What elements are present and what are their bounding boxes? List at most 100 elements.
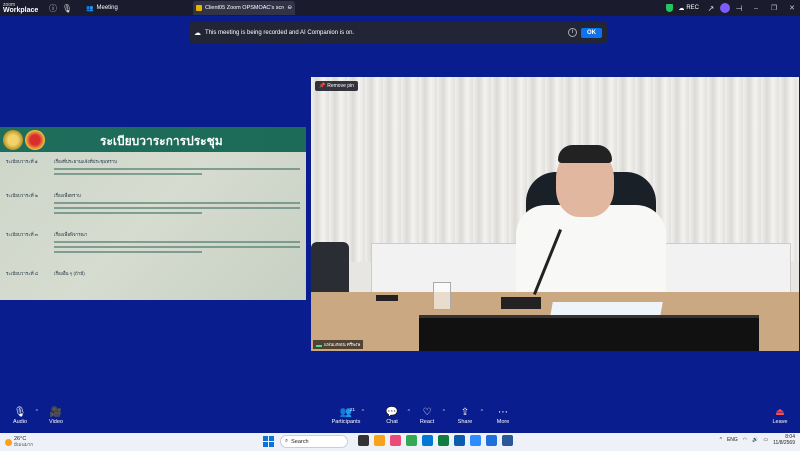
- agenda-heading: เรื่องเพื่อทราบ: [54, 193, 81, 198]
- agenda-label: ระเบียบวาระที่ ๔: [6, 271, 39, 276]
- cloud-icon: ☁: [194, 29, 201, 37]
- chat-icon: 💬: [385, 407, 399, 418]
- weather-icon: [5, 438, 12, 446]
- tab-app-icon: [196, 5, 202, 11]
- heart-icon: ♡: [422, 407, 432, 418]
- agenda-label: ระเบียบวาระที่ ๓: [6, 232, 38, 237]
- share-screen-icon: ⇪: [460, 407, 470, 418]
- word-icon[interactable]: [502, 435, 513, 446]
- glass: [433, 282, 451, 310]
- taskbar: 26°C มีเมฆมาก ⌕ Search ^ ENG ◠ 🔊 ▭ 8:04 …: [0, 433, 800, 451]
- info-icon[interactable]: i: [568, 28, 577, 37]
- wifi-icon[interactable]: ◠: [743, 437, 747, 443]
- volume-icon[interactable]: 🔊: [752, 437, 758, 443]
- copilot-icon[interactable]: [390, 435, 401, 446]
- signal-icon: [316, 343, 322, 347]
- windows-start-icon[interactable]: [263, 436, 274, 447]
- more-button[interactable]: ⋯ More: [483, 407, 523, 425]
- agenda-row: ระเบียบวาระที่ ๓ เรื่องเพื่อพิจารณา: [6, 231, 300, 256]
- meeting-menu[interactable]: 👥 Meeting: [86, 5, 118, 12]
- remove-pin-label: Remove pin: [327, 83, 354, 89]
- avatar[interactable]: [720, 3, 730, 13]
- info-icon[interactable]: ⓘ: [46, 3, 60, 14]
- agenda-row: ระเบียบวาระที่ ๑ เรื่องที่ประธานแจ้งที่ป…: [6, 158, 300, 178]
- share-button[interactable]: ⇪ Share ^: [445, 407, 485, 425]
- language-indicator[interactable]: ENG: [727, 437, 738, 443]
- video-button[interactable]: 🎥 Video: [36, 407, 76, 425]
- chat-label: Chat: [386, 419, 398, 425]
- monitor: [419, 315, 759, 351]
- weather-widget[interactable]: 26°C มีเมฆมาก: [0, 436, 80, 448]
- agenda-heading: เรื่องที่ประธานแจ้งที่ประชุมทราบ: [54, 159, 118, 164]
- agenda-row: ระเบียบวาระที่ ๔ เรื่องอื่น ๆ (ถ้ามี): [6, 270, 300, 277]
- brand-line2: Workplace: [3, 7, 39, 14]
- participants-button[interactable]: 👥 21 Participants ^: [326, 407, 366, 425]
- video-label: Video: [49, 419, 63, 425]
- title-bar-right: ☁ REC ↗ ⊣ – ❐ ✕: [666, 0, 800, 16]
- react-button[interactable]: ♡ React ^: [407, 407, 447, 425]
- agenda-label: ระเบียบวาระที่ ๒: [6, 193, 38, 198]
- slide-title: ระเบียบวาระการประชุม: [100, 134, 223, 148]
- meeting-toolbar: 🎙 Audio ^ 🎥 Video 👥 21 Participants ^ 💬 …: [0, 403, 800, 433]
- recording-notice: ☁ This meeting is being recorded and AI …: [189, 22, 607, 43]
- ok-button[interactable]: OK: [581, 27, 602, 38]
- pinned-apps: [358, 435, 513, 446]
- chat-button[interactable]: 💬 Chat ^: [372, 407, 412, 425]
- edge-icon[interactable]: [422, 435, 433, 446]
- chrome-icon[interactable]: [406, 435, 417, 446]
- excel-icon[interactable]: [438, 435, 449, 446]
- maximize-icon[interactable]: ❐: [766, 4, 782, 12]
- clock[interactable]: 8:04 11/8/2569: [773, 434, 795, 446]
- leave-icon: ⏏: [775, 407, 785, 418]
- video-tile[interactable]: 📌 Remove pin แฟนเงทอน ศรีพงษ: [311, 77, 799, 351]
- agenda-heading: เรื่องเพื่อพิจารณา: [54, 232, 88, 237]
- agenda-row: ระเบียบวาระที่ ๒ เรื่องเพื่อทราบ: [6, 192, 300, 217]
- more-label: More: [496, 419, 510, 425]
- agenda-label: ระเบียบวาระที่ ๑: [6, 159, 38, 164]
- pin-icon: 📌: [319, 83, 326, 89]
- tab-label: Client05 Zoom OPSMOAC's scree: [205, 5, 285, 11]
- chevron-up-icon[interactable]: ^: [362, 409, 364, 415]
- react-label: React: [419, 419, 435, 425]
- mic-icon[interactable]: 🎙: [60, 4, 74, 13]
- shield-icon[interactable]: [666, 4, 674, 12]
- share-tab[interactable]: Client05 Zoom OPSMOAC's scree ⊖: [193, 1, 295, 15]
- audio-button[interactable]: 🎙 Audio ^: [0, 407, 40, 425]
- task-view-icon[interactable]: [358, 435, 369, 446]
- zoom-logo: zoom Workplace: [0, 2, 46, 14]
- participant-hair: [558, 145, 612, 163]
- shared-screen[interactable]: ระเบียบวาระการประชุม ระเบียบวาระที่ ๑ เร…: [0, 127, 306, 300]
- file-explorer-icon[interactable]: [374, 435, 385, 446]
- taskbar-search[interactable]: ⌕ Search: [280, 435, 348, 448]
- device: [501, 297, 541, 309]
- remove-pin-button[interactable]: 📌 Remove pin: [315, 81, 358, 91]
- participant-name-tag: แฟนเงทอน ศรีพงษ: [313, 340, 364, 349]
- share-label: Share: [457, 419, 473, 425]
- rec-label: REC: [686, 5, 699, 11]
- audio-label: Audio: [12, 419, 28, 425]
- air-conditioner: [661, 243, 791, 298]
- outlook-icon[interactable]: [486, 435, 497, 446]
- mic-icon: 🎙: [13, 407, 27, 418]
- meeting-label: Meeting: [96, 5, 118, 11]
- emblem-logo: [25, 130, 45, 150]
- tab-more-icon[interactable]: ⊖: [287, 5, 292, 11]
- app-icon[interactable]: [454, 435, 465, 446]
- battery-icon[interactable]: ▭: [763, 437, 768, 443]
- rec-indicator[interactable]: ☁ REC: [675, 5, 702, 12]
- slide-header: ระเบียบวาระการประชุม: [0, 127, 306, 152]
- participant-name: แฟนเงทอน ศรีพงษ: [324, 342, 361, 347]
- minimize-icon[interactable]: –: [748, 5, 764, 12]
- title-bar: zoom Workplace ⓘ 🎙 👥 Meeting Client05 Zo…: [0, 0, 800, 16]
- zoom-icon[interactable]: [470, 435, 481, 446]
- meeting-icon: 👥: [86, 5, 94, 12]
- leave-label: Leave: [772, 419, 788, 425]
- close-icon[interactable]: ✕: [784, 4, 800, 12]
- chevron-up-icon[interactable]: ^: [720, 437, 722, 443]
- participants-count: 21: [350, 407, 356, 412]
- pin-icon[interactable]: ⊣: [732, 4, 746, 13]
- share-icon[interactable]: ↗: [704, 4, 718, 13]
- participants-label: Participants: [331, 419, 361, 425]
- cloud-icon: ☁: [678, 5, 685, 12]
- leave-button[interactable]: ⏏ Leave: [760, 407, 800, 425]
